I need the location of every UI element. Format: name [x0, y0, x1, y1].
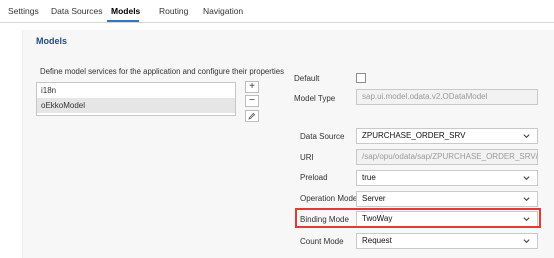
count-mode-label: Count Mode	[300, 237, 344, 246]
tab-bar: Settings Data Sources Models Routing Nav…	[0, 0, 554, 23]
model-type-label: Model Type	[294, 94, 336, 103]
uri-value: /sap/opu/odata/sap/ZPURCHASE_ORDER_SRV/	[362, 152, 538, 161]
default-label: Default	[294, 74, 320, 83]
binding-mode-highlight	[295, 208, 541, 228]
tab-routing[interactable]: Routing	[159, 6, 188, 16]
tab-data-sources[interactable]: Data Sources	[51, 6, 103, 16]
tab-models[interactable]: Models	[111, 6, 140, 16]
data-source-label: Data Source	[300, 132, 345, 141]
list-item-oekkomodel[interactable]: oEkkoModel	[37, 98, 235, 113]
model-list: i18n oEkkoModel	[36, 82, 236, 116]
preload-select[interactable]: true	[356, 170, 538, 186]
default-checkbox[interactable]	[356, 73, 366, 83]
section-title: Models	[36, 36, 68, 46]
count-mode-value: Request	[362, 236, 392, 245]
model-type-value: sap.ui.model.odata.v2.ODataModel	[362, 92, 488, 101]
operation-mode-value: Server	[362, 194, 386, 203]
add-model-button[interactable]: +	[245, 81, 259, 93]
chevron-down-icon	[523, 239, 530, 244]
chevron-down-icon	[523, 197, 530, 202]
remove-model-button[interactable]: −	[245, 95, 259, 107]
tab-settings[interactable]: Settings	[8, 6, 39, 16]
edit-model-button[interactable]	[245, 110, 259, 122]
data-source-select[interactable]: ZPURCHASE_ORDER_SRV	[356, 128, 538, 144]
uri-label: URI	[300, 153, 314, 162]
uri-field: /sap/opu/odata/sap/ZPURCHASE_ORDER_SRV/	[356, 149, 538, 165]
add-label: +	[249, 81, 255, 92]
chevron-down-icon	[523, 134, 530, 139]
data-source-value: ZPURCHASE_ORDER_SRV	[362, 131, 466, 140]
preload-label: Preload	[300, 173, 328, 182]
active-tab-indicator	[107, 20, 139, 22]
models-description: Define model services for the applicatio…	[40, 67, 285, 76]
operation-mode-select[interactable]: Server	[356, 191, 538, 207]
chevron-down-icon	[523, 176, 530, 181]
model-type-field: sap.ui.model.odata.v2.ODataModel	[356, 89, 538, 105]
list-item-i18n[interactable]: i18n	[37, 83, 235, 98]
tab-navigation[interactable]: Navigation	[203, 6, 243, 16]
pencil-icon	[248, 112, 256, 120]
preload-value: true	[362, 173, 376, 182]
operation-mode-label: Operation Mode	[300, 194, 358, 203]
count-mode-select[interactable]: Request	[356, 233, 538, 249]
remove-label: −	[249, 95, 255, 106]
